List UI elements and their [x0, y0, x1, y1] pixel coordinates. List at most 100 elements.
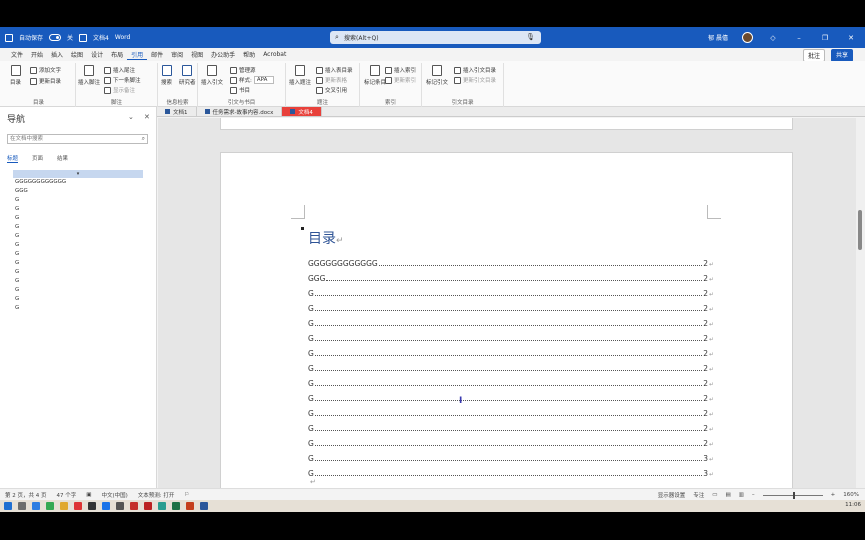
cross-reference-button[interactable]: 交叉引用 [316, 86, 347, 94]
page-count[interactable]: 第 2 页，共 4 页 [5, 491, 47, 499]
tab-home[interactable]: 开始 [27, 50, 47, 59]
tab-design[interactable]: 设计 [87, 50, 107, 59]
nav-heading-item[interactable]: G [13, 268, 143, 277]
doc-title[interactable]: 文档4 [93, 33, 109, 42]
show-notes-button[interactable]: 显示备注 [104, 86, 135, 94]
app-icon[interactable] [144, 502, 152, 510]
search-icon[interactable]: ⌕ [142, 135, 145, 143]
nav-heading-item[interactable]: G [13, 304, 143, 313]
nav-heading-item[interactable]: G [13, 277, 143, 286]
toc-title[interactable]: 目录↵ [308, 228, 344, 248]
app-icon[interactable] [74, 502, 82, 510]
focus-mode[interactable]: 专注 [693, 491, 704, 499]
toc-entry[interactable]: G 2 ↵ [308, 343, 714, 358]
search-icon[interactable] [18, 502, 26, 510]
mark-citation-button[interactable]: 标记引文 [426, 65, 448, 86]
nav-heading-item[interactable]: G [13, 223, 143, 232]
insert-authorities-button[interactable]: 插入引文目录 [454, 66, 496, 74]
toc-entry[interactable]: G 2 ↵ [308, 283, 714, 298]
scrollbar-thumb[interactable] [858, 210, 862, 250]
powerpoint-icon[interactable] [186, 502, 194, 510]
app-icon[interactable] [88, 502, 96, 510]
word-count[interactable]: 47 个字 [57, 491, 77, 499]
user-name[interactable]: 郁 晨僖 [708, 33, 728, 42]
doc-tab-3[interactable]: 文档4 [282, 107, 322, 116]
tab-draw[interactable]: 绘图 [67, 50, 87, 59]
update-table-button[interactable]: 更新表格 [316, 76, 347, 84]
document-canvas[interactable]: 目录↵ GGGGGGGGGGGG 2 ↵ GGG 2 ↵ G 2 ↵ G 2 ↵ G 2 ↵ G 2 ↵ G 2 ↵ G 2… [158, 118, 856, 488]
insert-endnote-button[interactable]: 插入尾注 [104, 66, 135, 74]
style-select[interactable]: 样式: APA [230, 76, 275, 84]
tab-layout[interactable]: 布局 [107, 50, 127, 59]
nav-heading-item[interactable]: G [13, 232, 143, 241]
doc-tab-1[interactable]: 文档1 [157, 107, 197, 116]
document-page[interactable]: 目录↵ GGGGGGGGGGGG 2 ↵ GGG 2 ↵ G 2 ↵ G 2 ↵ G 2 ↵ G 2 ↵ G 2 ↵ G 2… [220, 152, 793, 488]
style-value[interactable]: APA [253, 76, 275, 84]
word-icon[interactable] [200, 502, 208, 510]
insert-caption-button[interactable]: 插入题注 [289, 65, 311, 86]
toc-entry[interactable]: G 2 ↵ [308, 313, 714, 328]
toc-entry[interactable]: G 2 ↵ [308, 373, 714, 388]
toc-entry[interactable]: G 2 ↵ [308, 388, 714, 403]
app-icon[interactable] [102, 502, 110, 510]
avatar[interactable] [742, 32, 753, 43]
language[interactable]: 中文(中国) [101, 491, 127, 499]
toc-entry[interactable]: G 2 ↵ [308, 433, 714, 448]
tab-file[interactable]: 文件 [7, 50, 27, 59]
microphone-icon[interactable]: 🎙 [526, 33, 535, 41]
manage-sources-button[interactable]: 管理源 [230, 66, 256, 74]
update-authorities-button[interactable]: 更新引文目录 [454, 76, 496, 84]
toc-entry[interactable]: G 3 ↵ [308, 448, 714, 463]
nav-collapse-bar[interactable]: ▾ [13, 170, 143, 178]
toc-entry[interactable]: G 2 ↵ [308, 328, 714, 343]
zoom-out-icon[interactable]: – [752, 492, 755, 498]
update-toc-button[interactable]: 更新目录 [30, 77, 61, 85]
toc-entry[interactable]: G 2 ↵ [308, 418, 714, 433]
app-icon[interactable] [158, 502, 166, 510]
next-footnote-button[interactable]: 下一条脚注 [104, 76, 141, 84]
chevron-down-icon[interactable]: ⌄ [128, 113, 134, 121]
read-mode-icon[interactable]: ▭ [712, 492, 717, 498]
accessibility-icon[interactable]: ⚐ [184, 492, 189, 498]
zoom-slider[interactable] [762, 491, 823, 499]
toc-entry[interactable]: GGG 2 ↵ [308, 268, 714, 283]
tab-view[interactable]: 视图 [187, 50, 207, 59]
close-icon[interactable]: ✕ [144, 113, 150, 121]
tab-mailings[interactable]: 邮件 [147, 50, 167, 59]
nav-search-input[interactable]: 在文档中搜索 ⌕ [7, 134, 148, 144]
proofing-icon[interactable]: ▣ [86, 492, 91, 498]
nav-tab-pages[interactable]: 页面 [32, 154, 43, 163]
nav-heading-item[interactable]: G [13, 205, 143, 214]
zoom-in-icon[interactable]: + [831, 492, 836, 498]
toc-entry[interactable]: G 2 ↵ [308, 298, 714, 313]
close-button[interactable]: ✕ [845, 34, 857, 42]
toc-entry[interactable]: GGGGGGGGGGGG 2 ↵ [308, 253, 714, 268]
excel-icon[interactable] [172, 502, 180, 510]
search-input[interactable]: ⌕ 搜索(Alt+Q) 🎙 [330, 31, 541, 44]
folder-icon[interactable] [60, 502, 68, 510]
search-button[interactable]: 搜索 [161, 65, 172, 86]
acrobat-icon[interactable] [130, 502, 138, 510]
minimize-button[interactable]: – [793, 34, 805, 42]
browser-icon[interactable] [32, 502, 40, 510]
autosave-toggle[interactable] [49, 34, 62, 41]
diamond-icon[interactable]: ◇ [767, 34, 779, 42]
nav-tab-results[interactable]: 结果 [57, 154, 68, 163]
zoom-level[interactable]: 160% [843, 492, 859, 498]
nav-heading-item[interactable]: GGG [13, 187, 143, 196]
update-index-button[interactable]: 更新索引 [385, 76, 416, 84]
nav-heading-item[interactable]: G [13, 241, 143, 250]
nav-heading-item[interactable]: G [13, 214, 143, 223]
insert-index-button[interactable]: 插入索引 [385, 66, 416, 74]
vertical-scrollbar[interactable] [856, 118, 865, 488]
nav-heading-item[interactable]: G [13, 250, 143, 259]
bibliography-button[interactable]: 书目 [230, 86, 250, 94]
toc-entry[interactable]: G 3 ↵ [308, 463, 714, 478]
tab-office-assistant[interactable]: 办公助手 [207, 50, 239, 59]
save-icon[interactable] [79, 33, 88, 42]
insert-footnote-button[interactable]: 插入脚注 [78, 65, 100, 86]
mark-entry-button[interactable]: 标记条目 [364, 65, 386, 86]
tab-insert[interactable]: 插入 [47, 50, 67, 59]
insert-table-figures-button[interactable]: 插入表目录 [316, 66, 353, 74]
add-text-button[interactable]: 添加文字 [30, 66, 61, 74]
